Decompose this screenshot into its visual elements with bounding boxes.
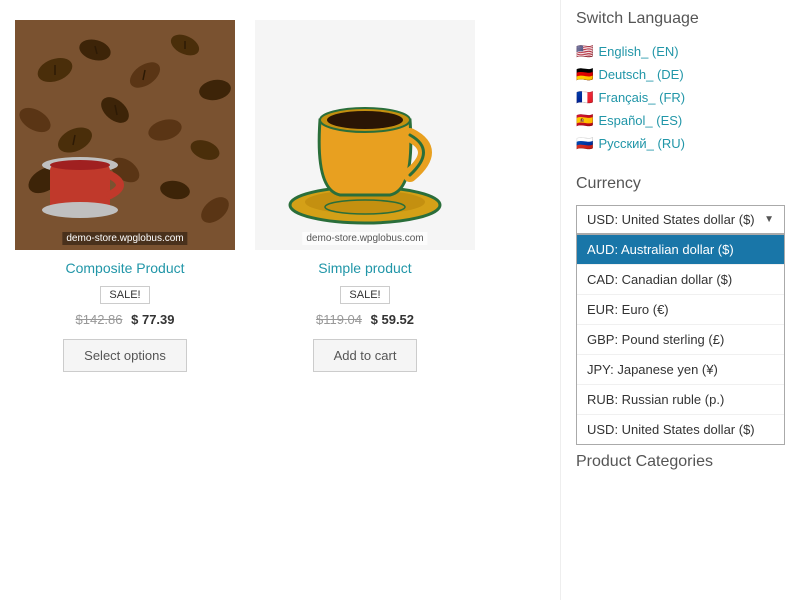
product-title-1: Composite Product: [15, 260, 235, 276]
price-area-2: $119.04 $ 59.52: [255, 312, 475, 327]
currency-option-rub[interactable]: RUB: Russian ruble (р.): [577, 385, 784, 415]
main-content: demo-store.wpglobus.com Composite Produc…: [0, 0, 560, 600]
currency-option-eur[interactable]: EUR: Euro (€): [577, 295, 784, 325]
price-area-1: $142.86 $ 77.39: [15, 312, 235, 327]
currency-option-usd[interactable]: USD: United States dollar ($): [577, 415, 784, 444]
dropdown-arrow-icon: ▼: [764, 214, 774, 225]
flag-de: 🇩🇪: [576, 66, 593, 83]
lang-fr[interactable]: 🇫🇷 Français_ (FR): [576, 86, 785, 109]
currency-section: Currency USD: United States dollar ($) ▼…: [576, 175, 785, 471]
new-price-2: $ 59.52: [371, 312, 414, 327]
old-price-1: $142.86: [76, 312, 123, 327]
lang-en-label: English_ (EN): [598, 44, 678, 59]
currency-dropdown: AUD: Australian dollar ($) CAD: Canadian…: [576, 234, 785, 445]
product-categories-title: Product Categories: [576, 453, 785, 471]
watermark-1: demo-store.wpglobus.com: [62, 232, 187, 245]
new-price-1: $ 77.39: [131, 312, 174, 327]
currency-option-jpy[interactable]: JPY: Japanese yen (¥): [577, 355, 784, 385]
old-price-2: $119.04: [316, 312, 362, 327]
products-grid: demo-store.wpglobus.com Composite Produc…: [15, 20, 545, 372]
lang-en[interactable]: 🇺🇸 English_ (EN): [576, 40, 785, 63]
currency-selected-label: USD: United States dollar ($): [587, 212, 755, 227]
product-card-2: demo-store.wpglobus.com Simple product S…: [255, 20, 475, 372]
add-to-cart-button[interactable]: Add to cart: [313, 339, 418, 372]
lang-es-label: Español_ (ES): [598, 113, 682, 128]
currency-title: Currency: [576, 175, 785, 193]
lang-de[interactable]: 🇩🇪 Deutsch_ (DE): [576, 63, 785, 86]
lang-ru[interactable]: 🇷🇺 Русский_ (RU): [576, 132, 785, 155]
sidebar: Switch Language 🇺🇸 English_ (EN) 🇩🇪 Deut…: [560, 0, 800, 600]
sale-badge-2: SALE!: [340, 286, 389, 304]
currency-option-gbp[interactable]: GBP: Pound sterling (£): [577, 325, 784, 355]
currency-option-aud[interactable]: AUD: Australian dollar ($): [577, 235, 784, 265]
product-title-2: Simple product: [255, 260, 475, 276]
lang-es[interactable]: 🇪🇸 Español_ (ES): [576, 109, 785, 132]
sale-badge-1: SALE!: [100, 286, 149, 304]
product-card-1: demo-store.wpglobus.com Composite Produc…: [15, 20, 235, 372]
lang-ru-label: Русский_ (RU): [598, 136, 685, 151]
flag-ru: 🇷🇺: [576, 135, 593, 152]
lang-fr-label: Français_ (FR): [598, 90, 685, 105]
flag-en: 🇺🇸: [576, 43, 593, 60]
watermark-2: demo-store.wpglobus.com: [302, 232, 427, 245]
select-options-button[interactable]: Select options: [63, 339, 187, 372]
switch-language-title: Switch Language: [576, 10, 785, 28]
language-list: 🇺🇸 English_ (EN) 🇩🇪 Deutsch_ (DE) 🇫🇷 Fra…: [576, 40, 785, 155]
product-image-1: demo-store.wpglobus.com: [15, 20, 235, 250]
currency-select-button[interactable]: USD: United States dollar ($) ▼: [576, 205, 785, 234]
product-image-2: demo-store.wpglobus.com: [255, 20, 475, 250]
flag-fr: 🇫🇷: [576, 89, 593, 106]
currency-option-cad[interactable]: CAD: Canadian dollar ($): [577, 265, 784, 295]
lang-de-label: Deutsch_ (DE): [598, 67, 683, 82]
flag-es: 🇪🇸: [576, 112, 593, 129]
